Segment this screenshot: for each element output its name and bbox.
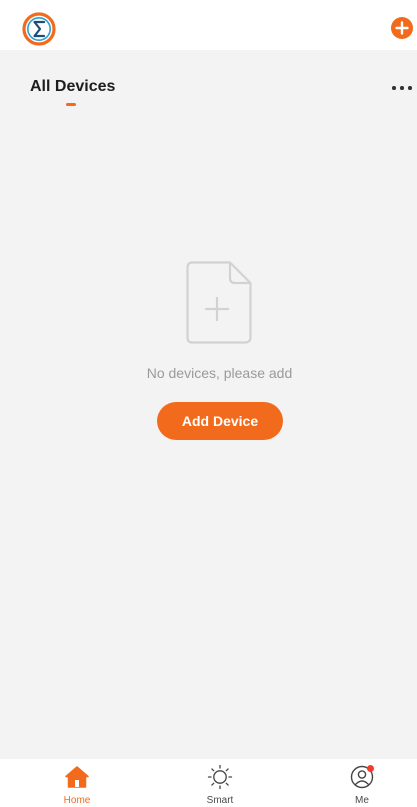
active-tab-indicator (66, 103, 76, 106)
more-dots-icon[interactable] (391, 84, 413, 92)
device-tabs: All Devices (0, 50, 417, 112)
bottom-navigation: Home Smart Me (0, 759, 417, 807)
app-logo-icon[interactable] (22, 12, 56, 46)
tab-all-devices[interactable]: All Devices (30, 78, 115, 96)
top-bar (0, 0, 417, 50)
empty-state-message: No devices, please add (146, 365, 293, 381)
app-screen: All Devices No devices, please add Add D… (0, 0, 417, 807)
empty-document-plus-icon (186, 261, 252, 344)
nav-smart[interactable]: Smart (180, 759, 260, 807)
home-icon (64, 764, 90, 790)
sun-icon (207, 764, 233, 790)
nav-smart-label: Smart (206, 795, 234, 806)
add-device-button[interactable]: Add Device (157, 402, 283, 440)
add-icon[interactable] (391, 17, 413, 39)
nav-me-label: Me (355, 795, 369, 806)
nav-home-label: Home (63, 795, 91, 806)
nav-me[interactable]: Me (322, 759, 402, 807)
nav-home[interactable]: Home (37, 759, 117, 807)
notification-badge (367, 765, 374, 772)
